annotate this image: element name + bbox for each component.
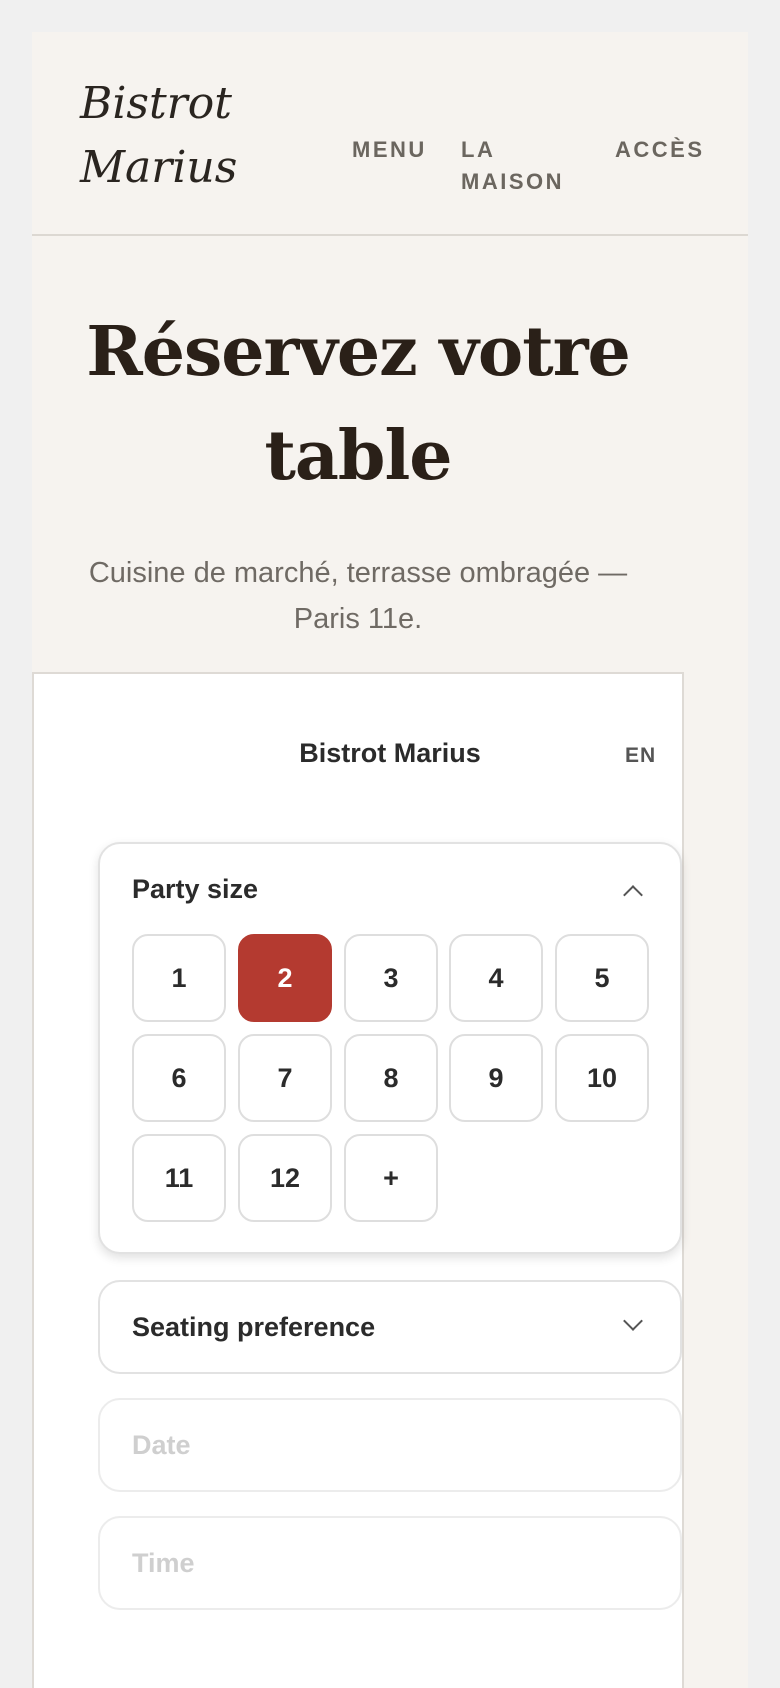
party-size-option[interactable]: 7 [238,1034,332,1122]
logo-line-1: Bistrot [80,78,232,129]
nav-acces-link[interactable]: ACCÈS [615,134,705,166]
date-placeholder: Date [132,1430,191,1460]
party-size-option[interactable]: 8 [344,1034,438,1122]
party-size-option[interactable]: + [344,1134,438,1222]
party-size-option[interactable]: 6 [132,1034,226,1122]
seating-preference-dropdown[interactable]: Seating preference [98,1280,682,1374]
widget-title: Bistrot Marius [299,738,481,768]
party-size-label: Party size [132,874,259,904]
seating-preference-label: Seating preference [132,1312,376,1342]
site-logo[interactable]: Bistrot Marius [80,72,237,200]
chevron-down-icon [623,1311,643,1331]
logo-line-2: Marius [80,142,238,193]
party-size-panel: Party size 1 2 3 4 5 6 7 8 9 10 11 12 + [98,842,682,1254]
language-switch[interactable]: EN [625,744,656,768]
nav-maison-link[interactable]: LA MAISON [461,134,581,198]
party-size-option[interactable]: 1 [132,934,226,1022]
party-size-option[interactable]: 3 [344,934,438,1022]
time-field[interactable]: Time [98,1516,682,1610]
party-size-option[interactable]: 4 [449,934,543,1022]
party-size-option[interactable]: 11 [132,1134,226,1222]
party-size-option[interactable]: 12 [238,1134,332,1222]
party-size-option[interactable]: 10 [555,1034,649,1122]
chevron-up-icon[interactable] [623,885,643,905]
page-title: Réservez votre table [86,312,631,496]
party-size-option[interactable]: 2 [238,934,332,1022]
party-size-option[interactable]: 5 [555,934,649,1022]
page-subtitle: Cuisine de marché, terrasse ombragée — P… [88,557,628,635]
party-size-option[interactable]: 9 [449,1034,543,1122]
nav-menu-link[interactable]: MENU [352,134,427,166]
date-field[interactable]: Date [98,1398,682,1492]
site-header: Bistrot Marius MENU LA MAISON ACCÈS [32,32,748,236]
time-placeholder: Time [132,1548,195,1578]
